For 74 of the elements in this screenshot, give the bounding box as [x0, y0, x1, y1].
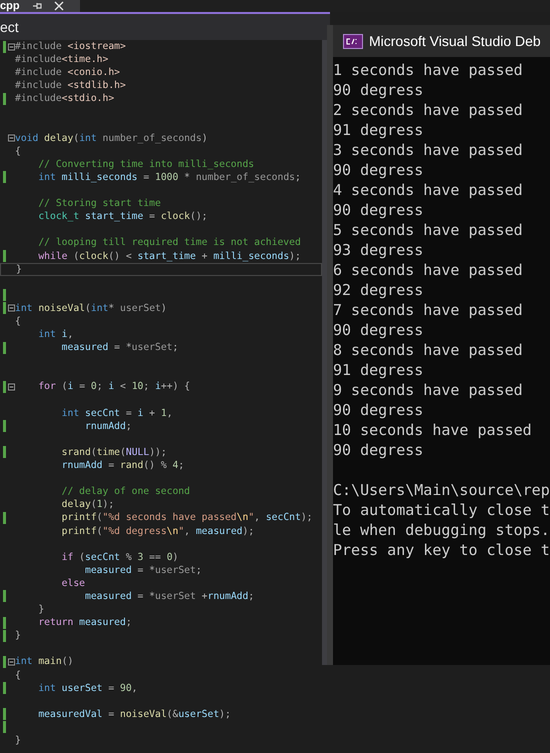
code-line: {: [15, 668, 21, 682]
console-output-line: 92 degress: [333, 280, 424, 300]
code-line: measuredVal = noiseVal(&userSet);: [37, 708, 231, 721]
collapse-icon[interactable]: [8, 304, 15, 312]
console-output-line: 90 degress: [333, 80, 424, 100]
code-line: void delay(int number_of_seconds): [15, 132, 208, 145]
code-line: clock_t start_time = clock();: [37, 210, 208, 224]
console-output-line: 2 seconds have passed: [333, 100, 524, 120]
console-app-icon: [343, 34, 363, 48]
console-message-line: C:\Users\Main\source\rep: [333, 480, 550, 500]
code-line: #include <iostream>: [15, 40, 126, 54]
console-message-line: To automatically close t: [333, 500, 550, 520]
code-line: #include <conio.h>: [15, 66, 120, 80]
window-title: Microsoft Visual Studio Deb: [369, 33, 541, 49]
close-icon[interactable]: [54, 1, 64, 11]
console-output-line: 90 degress: [333, 200, 424, 220]
code-line: int secCnt = i + 1,: [60, 406, 173, 420]
console-output-line: 91 degress: [333, 360, 424, 380]
code-line: else: [60, 576, 85, 590]
code-line: measured = *userSet;: [84, 564, 202, 577]
pin-icon[interactable]: [32, 2, 42, 10]
code-line: }: [15, 629, 21, 642]
code-line: measured = *userSet +rnumAdd;: [84, 590, 254, 603]
console-output-line: 10 seconds have passed: [333, 420, 533, 440]
console-output-line: 6 seconds have passed: [333, 260, 524, 280]
console-output-line: 9 seconds have passed: [333, 380, 524, 400]
collapse-icon[interactable]: [8, 42, 15, 51]
code-line: #include<stdio.h>: [15, 92, 114, 106]
code-line: int i,: [37, 328, 74, 342]
code-line: if (secCnt % 3 == 0): [60, 550, 178, 564]
code-line: // Storing start time: [37, 197, 161, 210]
code-line: measured = *userSet;: [60, 341, 178, 354]
code-line: #include<time.h>: [15, 53, 108, 66]
console-output-line: 4 seconds have passed: [333, 180, 524, 200]
console-message-line: Press any key to close t: [333, 540, 550, 560]
code-line: delay(1);: [60, 498, 114, 512]
code-line: int milli_seconds = 1000 * number_of_seconds;: [37, 170, 301, 184]
code-line: while (clock() < start_time + milli_seconds);: [37, 250, 301, 263]
code-line: int userSet = 90,: [37, 682, 138, 695]
code-line: // looping till required time is not achieved: [37, 236, 301, 250]
project-dropdown[interactable]: ect: [0, 19, 19, 35]
code-line: printf("%d seconds have passed\n", secCnt);: [60, 511, 313, 524]
console-output-line: 90 degress: [333, 320, 424, 340]
console-output-line: 8 seconds have passed: [333, 340, 524, 360]
console-output-line: 1 seconds have passed: [333, 60, 524, 80]
collapse-icon[interactable]: [8, 382, 15, 391]
code-line: rnumAdd;: [84, 420, 132, 433]
console-output-line: 7 seconds have passed: [333, 300, 524, 320]
console-output-line: 90 degress: [333, 160, 424, 180]
console-output-line: 5 seconds have passed: [333, 220, 524, 240]
collapse-icon[interactable]: [8, 134, 15, 142]
console-output-line: 90 degress: [333, 440, 424, 460]
code-line: // delay of one second: [60, 485, 190, 498]
code-line: int noiseVal(int* userSet): [15, 302, 167, 315]
console-output-line: 3 seconds have passed: [333, 140, 524, 160]
console-message-line: le when debugging stops.: [333, 520, 550, 540]
code-line: #include <stdlib.h>: [15, 79, 126, 92]
code-line: {: [15, 144, 21, 158]
console-output-line: 91 degress: [333, 120, 424, 140]
collapse-icon[interactable]: [8, 658, 15, 666]
code-line: }: [37, 603, 44, 616]
code-line: {: [15, 315, 21, 328]
console-output-line: 90 degress: [333, 400, 424, 420]
file-tab[interactable]: cpp: [0, 0, 80, 12]
code-line: for (i = 0; i < 10; i++) {: [37, 380, 190, 394]
code-line: rnumAdd = rand() % 4;: [60, 459, 184, 472]
code-line: // Converting time into milli_seconds: [37, 158, 254, 171]
console-output-line: 93 degress: [333, 240, 424, 260]
code-line: int main(): [15, 655, 74, 668]
code-line: return measured;: [37, 616, 132, 630]
code-line: printf("%d degress\n", measured);: [60, 524, 254, 538]
code-line: }: [15, 734, 21, 748]
code-line: }: [16, 262, 22, 276]
code-line: srand(time(NULL));: [60, 446, 167, 459]
